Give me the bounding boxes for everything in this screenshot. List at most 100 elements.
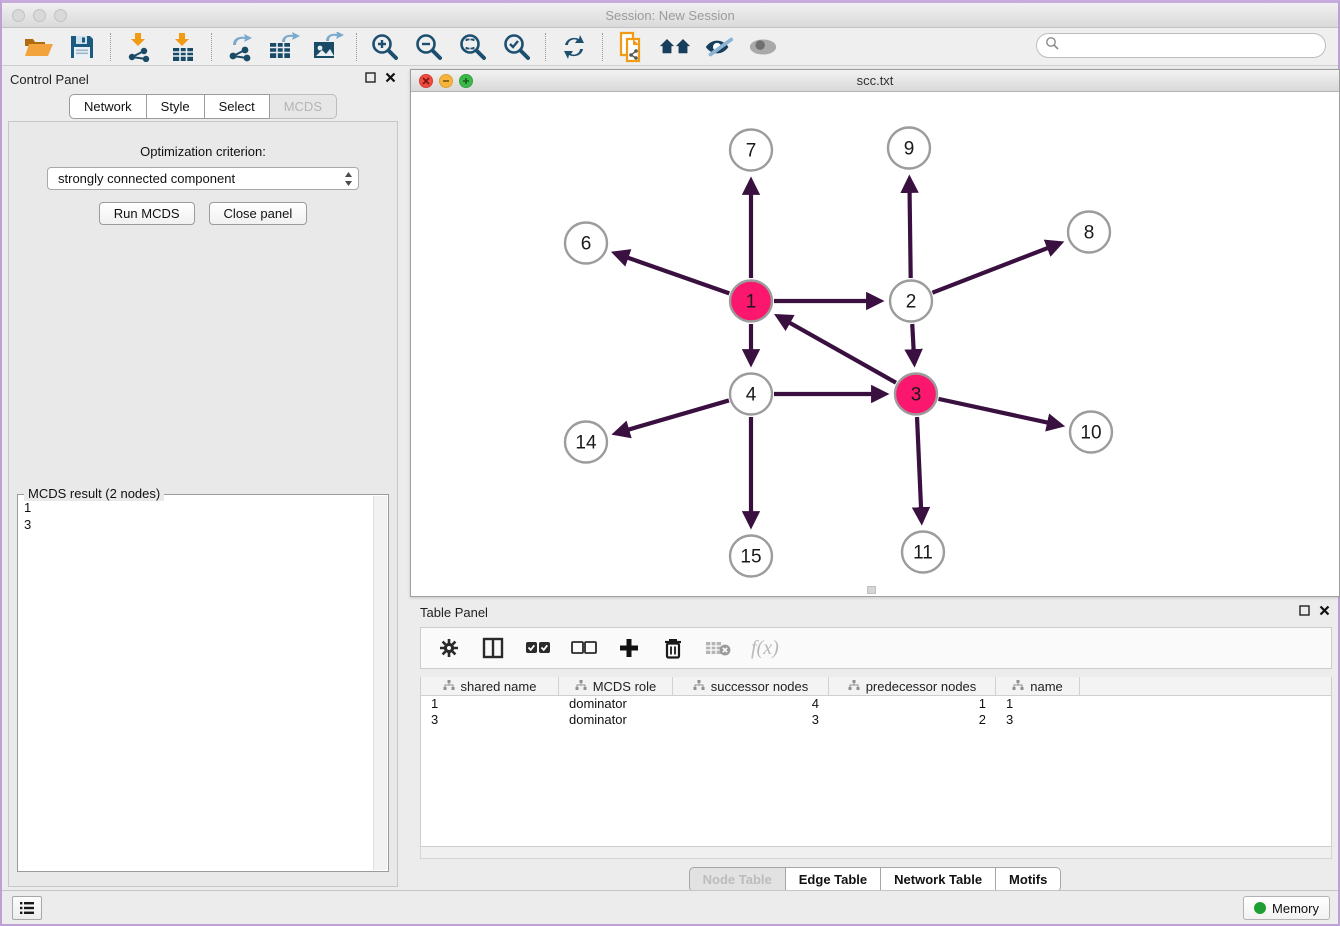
table-cell[interactable]: 3: [673, 712, 829, 728]
table-cell[interactable]: 1: [421, 696, 559, 712]
network-window-titlebar[interactable]: scc.txt: [411, 70, 1339, 92]
optimization-criterion-label: Optimization criterion:: [9, 144, 397, 159]
refresh-icon[interactable]: [558, 32, 590, 62]
graph-edge[interactable]: [616, 254, 729, 294]
graph-edge[interactable]: [617, 400, 729, 433]
memory-button[interactable]: Memory: [1243, 896, 1330, 920]
export-table-icon[interactable]: [268, 32, 300, 62]
graph-node[interactable]: 10: [1070, 412, 1112, 453]
table-cell[interactable]: dominator: [559, 712, 673, 728]
search-input[interactable]: [1063, 38, 1325, 53]
table-cell[interactable]: 3: [421, 712, 559, 728]
column-header-shared-name[interactable]: shared name: [421, 677, 559, 695]
close-table-panel-icon[interactable]: [1319, 603, 1330, 621]
graph-edge[interactable]: [938, 399, 1059, 425]
graph-edge[interactable]: [932, 244, 1059, 293]
graph-edge[interactable]: [917, 417, 922, 520]
graph-node[interactable]: 3: [895, 374, 937, 415]
graph-node-label: 2: [906, 292, 917, 313]
network-view-window: scc.txt 1 2 3 4 6 7 8 9 10 11 14 15: [410, 69, 1340, 597]
window-controls[interactable]: [12, 9, 67, 22]
graph-edge[interactable]: [912, 324, 914, 362]
save-session-icon[interactable]: [66, 32, 98, 62]
table-cell[interactable]: dominator: [559, 696, 673, 712]
table-cell[interactable]: 2: [829, 712, 996, 728]
tab-network-table[interactable]: Network Table: [881, 867, 996, 892]
search-field[interactable]: [1036, 33, 1326, 58]
zoom-selected-icon[interactable]: [501, 32, 533, 62]
gear-icon[interactable]: [437, 635, 461, 661]
canvas-scroll-thumb[interactable]: [867, 586, 876, 594]
graph-node-label: 10: [1080, 423, 1101, 444]
float-panel-icon[interactable]: [365, 70, 376, 88]
graph-node[interactable]: 2: [890, 281, 932, 322]
graph-node[interactable]: 8: [1068, 212, 1110, 253]
graph-node[interactable]: 4: [730, 374, 772, 415]
memory-label: Memory: [1272, 901, 1319, 916]
graph-node[interactable]: 7: [730, 130, 772, 171]
graph-node[interactable]: 1: [730, 281, 772, 322]
table-cell[interactable]: 1: [829, 696, 996, 712]
import-network-icon[interactable]: [123, 32, 155, 62]
network-canvas[interactable]: 1 2 3 4 6 7 8 9 10 11 14 15: [411, 92, 1339, 596]
zoom-in-icon[interactable]: [369, 32, 401, 62]
zoom-fit-icon[interactable]: [457, 32, 489, 62]
tab-motifs[interactable]: Motifs: [996, 867, 1061, 892]
table-cell[interactable]: 3: [996, 712, 1080, 728]
tab-edge-table[interactable]: Edge Table: [786, 867, 881, 892]
task-history-button[interactable]: [12, 896, 42, 920]
tab-select[interactable]: Select: [205, 94, 270, 119]
graph-node[interactable]: 11: [902, 532, 944, 573]
result-scrollbar[interactable]: [373, 496, 387, 870]
mcds-result-text[interactable]: 1 3: [20, 499, 372, 869]
export-network-icon[interactable]: [224, 32, 256, 62]
select-all-icon[interactable]: [525, 635, 551, 661]
network-graph[interactable]: 1 2 3 4 6 7 8 9 10 11 14 15: [411, 92, 1339, 596]
zoom-out-icon[interactable]: [413, 32, 445, 62]
graph-node[interactable]: 14: [565, 422, 607, 463]
tab-style[interactable]: Style: [147, 94, 205, 119]
open-session-icon[interactable]: [22, 32, 54, 62]
minimize-view-icon[interactable]: [439, 74, 453, 88]
graph-node[interactable]: 15: [730, 536, 772, 577]
tab-mcds[interactable]: MCDS: [270, 94, 337, 119]
add-icon[interactable]: [617, 635, 641, 661]
close-panel-button[interactable]: Close panel: [209, 202, 308, 225]
tab-node-table[interactable]: Node Table: [689, 867, 786, 892]
graph-edge[interactable]: [909, 180, 910, 278]
maximize-window-icon[interactable]: [54, 9, 67, 22]
table-scrollbar[interactable]: [420, 847, 1332, 859]
column-header-MCDS-role[interactable]: MCDS role: [559, 677, 673, 695]
maximize-view-icon[interactable]: [459, 74, 473, 88]
table-cell[interactable]: 1: [996, 696, 1080, 712]
float-table-panel-icon[interactable]: [1299, 603, 1310, 621]
table-row[interactable]: 3dominator323: [421, 712, 1331, 728]
delete-table-icon[interactable]: [705, 635, 731, 661]
optimization-criterion-select[interactable]: strongly connected component: [47, 167, 359, 190]
close-panel-icon[interactable]: [385, 70, 396, 88]
close-window-icon[interactable]: [12, 9, 25, 22]
table-row[interactable]: 1dominator411: [421, 696, 1331, 712]
graph-edge[interactable]: [779, 317, 896, 383]
show-details-icon[interactable]: [747, 32, 779, 62]
tab-network[interactable]: Network: [69, 94, 147, 119]
function-builder-icon[interactable]: f(x): [751, 635, 779, 661]
minimize-window-icon[interactable]: [33, 9, 46, 22]
deselect-all-icon[interactable]: [571, 635, 597, 661]
delete-icon[interactable]: [661, 635, 685, 661]
export-image-icon[interactable]: [312, 32, 344, 62]
table-cell[interactable]: 4: [673, 696, 829, 712]
home-layout-icon[interactable]: [659, 32, 691, 62]
close-view-icon[interactable]: [419, 74, 433, 88]
hide-details-icon[interactable]: [703, 32, 735, 62]
column-header-successor-nodes[interactable]: successor nodes: [673, 677, 829, 695]
import-table-icon[interactable]: [167, 32, 199, 62]
graph-node[interactable]: 9: [888, 128, 930, 169]
column-layout-icon[interactable]: [481, 635, 505, 661]
graph-node[interactable]: 6: [565, 223, 607, 264]
duplicate-network-icon[interactable]: [615, 32, 647, 62]
table-panel: Table Panel: [410, 599, 1340, 891]
column-header-name[interactable]: name: [996, 677, 1080, 695]
run-mcds-button[interactable]: Run MCDS: [99, 202, 195, 225]
column-header-predecessor-nodes[interactable]: predecessor nodes: [829, 677, 996, 695]
